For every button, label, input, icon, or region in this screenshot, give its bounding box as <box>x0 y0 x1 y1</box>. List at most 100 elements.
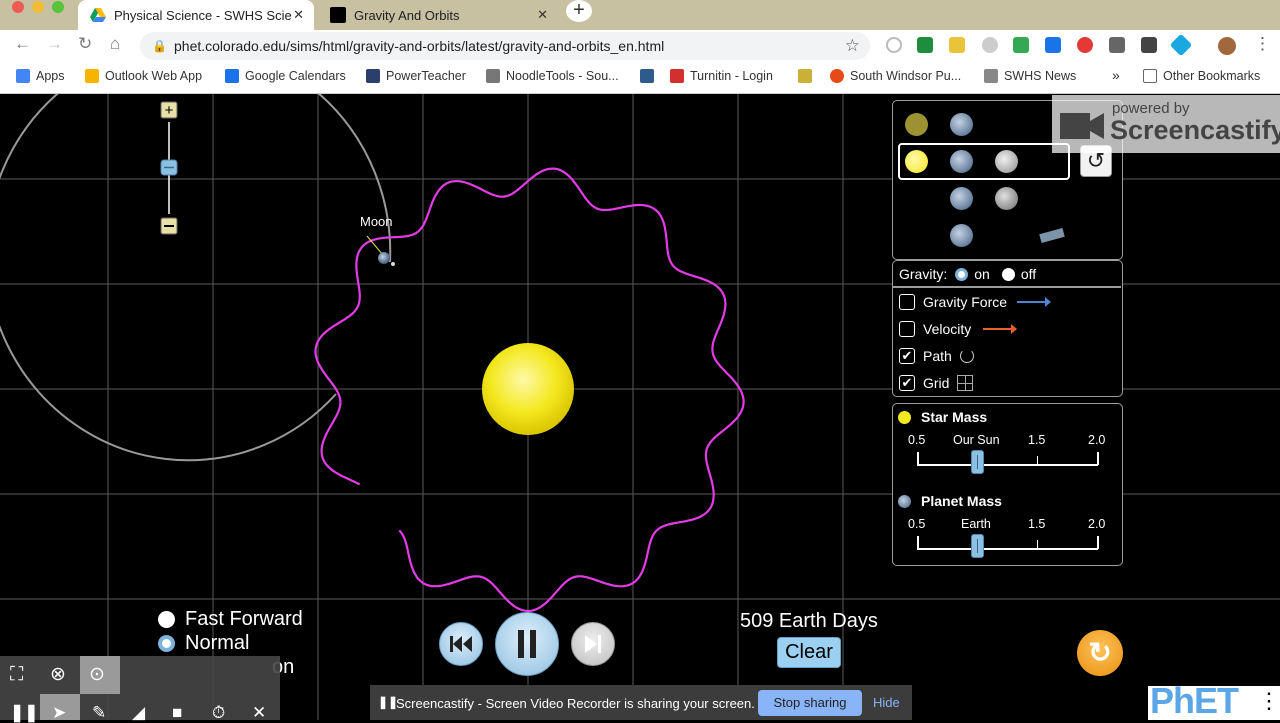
back-icon[interactable]: ← <box>14 34 31 54</box>
pen-tool-icon[interactable]: ✎ <box>92 703 106 723</box>
planet-mass-thumb[interactable] <box>970 534 984 558</box>
gravity-force-checkbox[interactable] <box>899 294 915 310</box>
bookmark-star-icon[interactable]: ☆ <box>845 32 860 60</box>
address-bar[interactable]: 🔒 phet.colorado.edu/sims/html/gravity-an… <box>140 32 870 60</box>
extension-classroom-icon[interactable] <box>917 37 933 53</box>
bookmark-google-calendars[interactable]: Google Calendars <box>225 69 346 83</box>
planet-mass-tick-label: 1.5 <box>1028 517 1046 531</box>
path-checkbox-row[interactable]: ✔ Path <box>899 348 974 364</box>
hide-button[interactable]: Hide <box>873 690 900 716</box>
url-text: phet.colorado.edu/sims/html/gravity-and-… <box>174 38 665 54</box>
bookmark-lightbulb[interactable] <box>798 69 818 83</box>
spotlight-icon[interactable]: ⊙ <box>89 663 105 686</box>
other-bookmarks[interactable]: Other Bookmarks <box>1143 69 1260 83</box>
reset-all-button[interactable]: ↻ <box>1077 630 1123 676</box>
reload-icon[interactable]: ↻ <box>78 34 92 54</box>
bookmark-turnitin[interactable]: Turnitin - Login <box>670 69 773 83</box>
star-mass-icon <box>898 410 911 424</box>
bookmark-swhs-news[interactable]: SWHS News <box>984 69 1076 83</box>
tab-title: Gravity And Orbits <box>354 7 460 23</box>
normal-radio[interactable] <box>158 635 175 652</box>
timer-icon[interactable]: ⏱ <box>212 703 225 723</box>
planet-icon[interactable] <box>950 113 973 136</box>
speed-fast-forward[interactable]: Fast Forward <box>158 608 303 631</box>
bookmark-powerteacher[interactable]: PowerTeacher <box>366 69 466 83</box>
maximize-window-button[interactable] <box>52 1 64 13</box>
path-checkbox[interactable]: ✔ <box>899 348 915 364</box>
menu-kebab-icon[interactable]: ⋮ <box>1254 34 1271 54</box>
grid-checkbox[interactable]: ✔ <box>899 375 915 391</box>
bookmark-noodletools[interactable]: NoodleTools - Sou... <box>486 69 619 83</box>
speed-normal[interactable]: Normal <box>158 632 249 655</box>
extension-diamond-icon[interactable] <box>1169 33 1193 57</box>
planet-icon[interactable] <box>950 224 973 247</box>
forward-icon[interactable]: → <box>46 34 63 54</box>
home-icon[interactable]: ⌂ <box>110 34 120 54</box>
grid-checkbox-row[interactable]: ✔ Grid <box>899 375 974 391</box>
moon-icon[interactable] <box>995 187 1018 210</box>
velocity-arrow-icon <box>983 324 1018 334</box>
close-drawer-icon[interactable]: ✕ <box>252 703 266 723</box>
eraser-tool-icon[interactable]: ◢ <box>132 703 145 723</box>
gravity-on-radio[interactable] <box>955 267 969 281</box>
profile-avatar[interactable] <box>1218 37 1236 55</box>
star-mass-tick-label: 1.5 <box>1028 433 1046 447</box>
rewind-button[interactable] <box>439 622 483 666</box>
star-mass-thumb[interactable] <box>970 450 984 474</box>
zoom-slider[interactable]: + <box>160 101 178 235</box>
gravity-force-checkbox-row[interactable]: Gravity Force <box>899 294 1052 310</box>
gravity-off-radio[interactable] <box>1001 267 1015 281</box>
extension-shield-icon[interactable] <box>1045 37 1061 53</box>
planet-icon[interactable] <box>950 187 973 210</box>
tab-physical-science[interactable]: Physical Science - SWHS Scie ✕ <box>78 0 314 30</box>
bookmark-outlook[interactable]: Outlook Web App <box>85 69 202 83</box>
phet-favicon-icon <box>330 7 346 23</box>
bookmark-shield[interactable] <box>640 69 660 83</box>
tab-gravity-and-orbits[interactable]: Gravity And Orbits ✕ <box>318 0 558 30</box>
focus-mouse-icon[interactable]: ⛶ <box>10 664 23 686</box>
extension-record-icon[interactable] <box>1077 37 1093 53</box>
minimize-window-button[interactable] <box>32 1 44 13</box>
velocity-checkbox[interactable] <box>899 321 915 337</box>
drawing-toolbar: ❚❚ ➤ ✎ ◢ ■ ⏱ ✕ <box>0 694 280 723</box>
gravity-force-label: Gravity Force <box>923 294 1008 310</box>
planet-mass-tick-label: 2.0 <box>1088 517 1106 531</box>
pause-icon <box>518 630 536 658</box>
star-icon[interactable] <box>905 113 928 136</box>
elapsed-time: 509 Earth Days <box>740 610 878 632</box>
planet-mass-slider[interactable] <box>917 534 1099 558</box>
fast-forward-radio[interactable] <box>158 611 175 628</box>
moon-body <box>391 262 395 266</box>
phet-menu-icon[interactable]: ⋮ <box>1258 688 1280 714</box>
star-mass-tick-label: 2.0 <box>1088 433 1106 447</box>
planet-mass-tick-label: Earth <box>961 517 991 531</box>
clear-button[interactable]: Clear <box>777 637 841 668</box>
extension-yellow-icon[interactable] <box>949 37 965 53</box>
close-tab-icon[interactable]: ✕ <box>293 7 304 23</box>
pause-recording-icon[interactable]: ❚❚ <box>10 703 39 723</box>
stop-sharing-button[interactable]: Stop sharing <box>758 690 862 716</box>
extension-screenshot-icon[interactable] <box>1109 37 1125 53</box>
hide-mouse-icon[interactable]: ⊗ <box>50 663 66 686</box>
satellite-icon[interactable] <box>1039 228 1065 243</box>
close-tab-icon[interactable]: ✕ <box>537 7 548 23</box>
camera-icon[interactable]: ■ <box>172 703 182 723</box>
extension-pocket-icon[interactable] <box>982 37 998 53</box>
bookmark-apps[interactable]: Apps <box>16 69 65 83</box>
pause-button[interactable] <box>495 612 559 676</box>
more-bookmarks-icon[interactable]: » <box>1112 67 1120 83</box>
powerteacher-icon <box>366 69 380 83</box>
close-window-button[interactable] <box>12 1 24 13</box>
cursor-tool-icon[interactable]: ➤ <box>52 703 66 723</box>
new-tab-button[interactable]: + <box>566 0 592 22</box>
bookmark-south-windsor[interactable]: South Windsor Pu... <box>830 69 961 83</box>
extension-power-icon[interactable] <box>886 37 902 53</box>
extension-drive-icon[interactable] <box>1013 37 1029 53</box>
velocity-checkbox-row[interactable]: Velocity <box>899 321 1018 337</box>
step-forward-button[interactable] <box>571 622 615 666</box>
gravity-on-label: on <box>974 266 990 282</box>
star-mass-tick-label: 0.5 <box>908 433 926 447</box>
extension-p-icon[interactable] <box>1141 37 1157 53</box>
browser-toolbar: ← → ↻ ⌂ 🔒 phet.colorado.edu/sims/html/gr… <box>0 30 1280 62</box>
star-mass-slider[interactable] <box>917 450 1099 474</box>
